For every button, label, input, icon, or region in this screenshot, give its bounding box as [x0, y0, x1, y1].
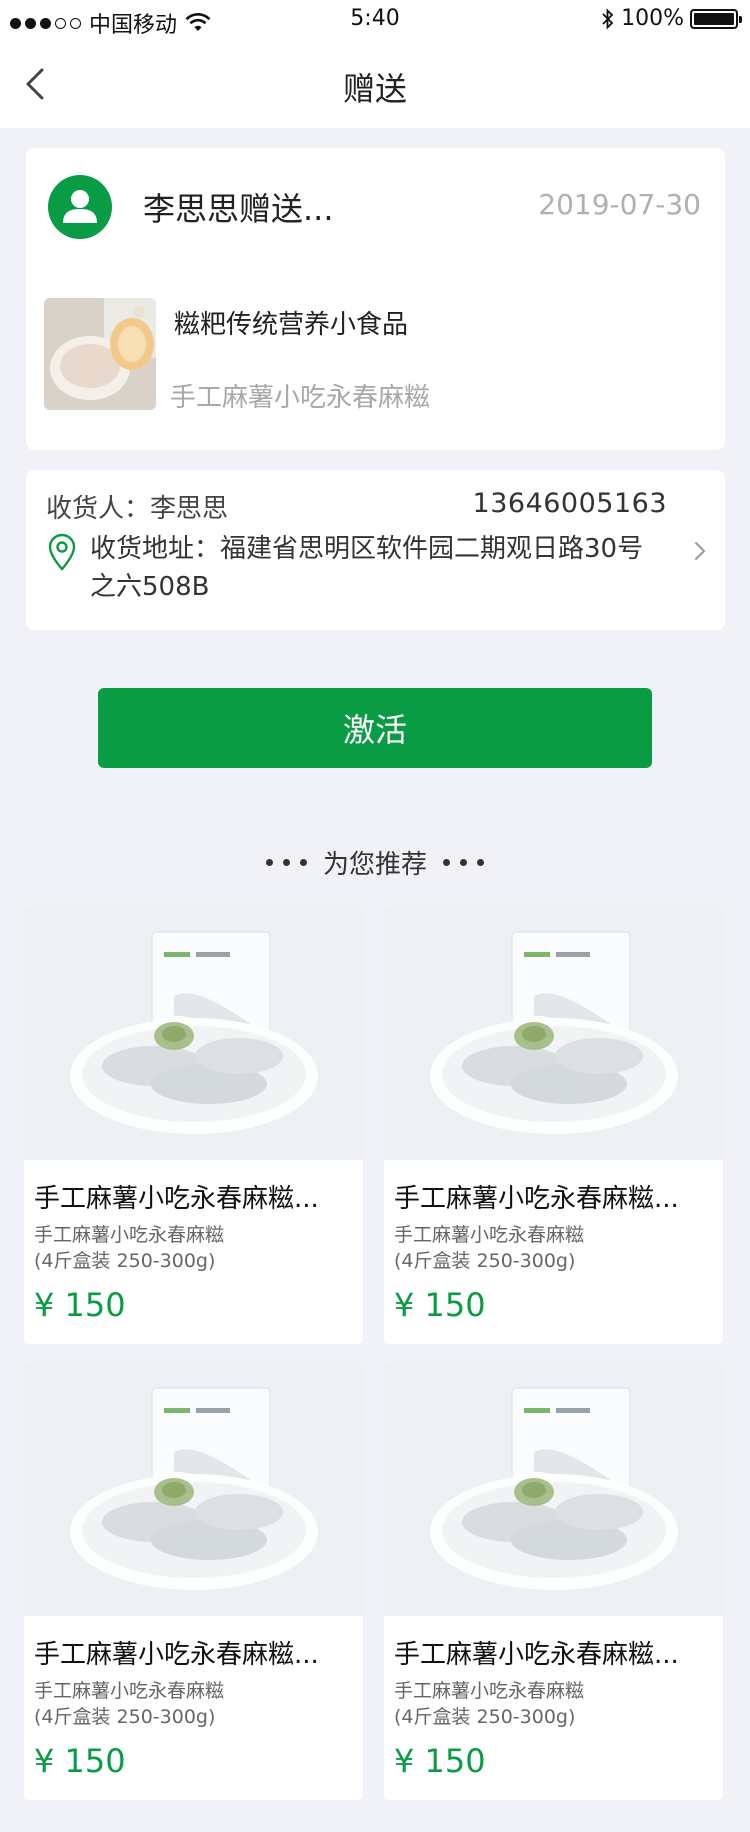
gift-sender: 李思思赠送... [143, 190, 334, 228]
screen: 中国移动 5:40 100% 赠送 李思思赠送... 2019-07-30 糍粑… [0, 0, 750, 1832]
product-card-title: 手工麻薯小吃永春麻糍... [34, 1640, 319, 1670]
decorative-dots-icon [265, 858, 307, 866]
recommend-title: 为您推荐 [322, 849, 427, 880]
decorative-dots-icon [443, 858, 484, 866]
product-card[interactable]: 手工麻薯小吃永春麻糍... 手工麻薯小吃永春麻糍 (4斤盒装 250-300g)… [24, 906, 363, 1344]
product-image [24, 906, 363, 1160]
receiver-phone: 13646005163 [472, 488, 667, 519]
address-card[interactable]: 收货人：李思思 13646005163 收货地址：福建省思明区软件园二期观日路3… [26, 470, 725, 630]
product-thumbnail [44, 298, 156, 410]
product-card-title: 手工麻薯小吃永春麻糍... [34, 1184, 319, 1214]
product-card-subtitle-line2: (4斤盒装 250-300g) [394, 1250, 576, 1272]
product-card-subtitle: 手工麻薯小吃永春麻糍 (4斤盒装 250-300g) [34, 1222, 224, 1274]
product-card-subtitle-line1: 手工麻薯小吃永春麻糍 [394, 1224, 585, 1246]
product-card-subtitle-line1: 手工麻薯小吃永春麻糍 [394, 1680, 585, 1702]
product-image [24, 1362, 363, 1616]
product-image [384, 1362, 723, 1616]
avatar [48, 175, 112, 239]
product-card-price: ¥ 150 [34, 1742, 126, 1780]
gift-card: 李思思赠送... 2019-07-30 糍粑传统营养小食品 手工麻薯小吃永春麻糍 [26, 148, 725, 450]
product-card[interactable]: 手工麻薯小吃永春麻糍... 手工麻薯小吃永春麻糍 (4斤盒装 250-300g)… [384, 906, 723, 1344]
product-description: 手工麻薯小吃永春麻糍 [170, 383, 431, 413]
chevron-right-icon[interactable] [691, 538, 709, 564]
battery-icon [690, 8, 742, 29]
product-card-subtitle-line1: 手工麻薯小吃永春麻糍 [34, 1224, 225, 1246]
product-card[interactable]: 手工麻薯小吃永春麻糍... 手工麻薯小吃永春麻糍 (4斤盒装 250-300g)… [384, 1362, 723, 1800]
product-card-price: ¥ 150 [34, 1286, 126, 1324]
product-card-subtitle: 手工麻薯小吃永春麻糍 (4斤盒装 250-300g) [394, 1222, 584, 1274]
product-card-title: 手工麻薯小吃永春麻糍... [394, 1184, 679, 1214]
status-right: 100% [601, 6, 742, 31]
product-card-subtitle-line1: 手工麻薯小吃永春麻糍 [34, 1680, 225, 1702]
product-card-subtitle-line2: (4斤盒装 250-300g) [34, 1250, 216, 1272]
product-card-title: 手工麻薯小吃永春麻糍... [394, 1640, 679, 1670]
nav-bar: 赠送 [0, 40, 750, 128]
gift-date: 2019-07-30 [538, 188, 701, 221]
product-name: 糍粑传统营养小食品 [174, 310, 409, 340]
bluetooth-icon [602, 7, 614, 30]
product-card[interactable]: 手工麻薯小吃永春麻糍... 手工麻薯小吃永春麻糍 (4斤盒装 250-300g)… [24, 1362, 363, 1800]
status-bar: 中国移动 5:40 100% [0, 0, 750, 40]
delivery-address: 收货地址：福建省思明区软件园二期观日路30号之六508B [90, 534, 644, 602]
product-card-subtitle: 手工麻薯小吃永春麻糍 (4斤盒装 250-300g) [34, 1678, 224, 1730]
battery-percent: 100% [621, 6, 684, 31]
activate-button[interactable]: 激活 [98, 688, 652, 768]
receiver-name: 收货人：李思思 [46, 494, 229, 524]
product-card-price: ¥ 150 [394, 1742, 486, 1780]
product-card-subtitle-line2: (4斤盒装 250-300g) [394, 1706, 576, 1728]
location-pin-icon [48, 533, 76, 571]
product-card-subtitle-line2: (4斤盒装 250-300g) [34, 1706, 216, 1728]
product-card-subtitle: 手工麻薯小吃永春麻糍 (4斤盒装 250-300g) [394, 1678, 584, 1730]
product-image [384, 906, 723, 1160]
recommend-heading: 为您推荐 [0, 844, 750, 880]
product-card-price: ¥ 150 [394, 1286, 486, 1324]
page-title: 赠送 [342, 70, 407, 108]
user-icon [63, 190, 97, 223]
